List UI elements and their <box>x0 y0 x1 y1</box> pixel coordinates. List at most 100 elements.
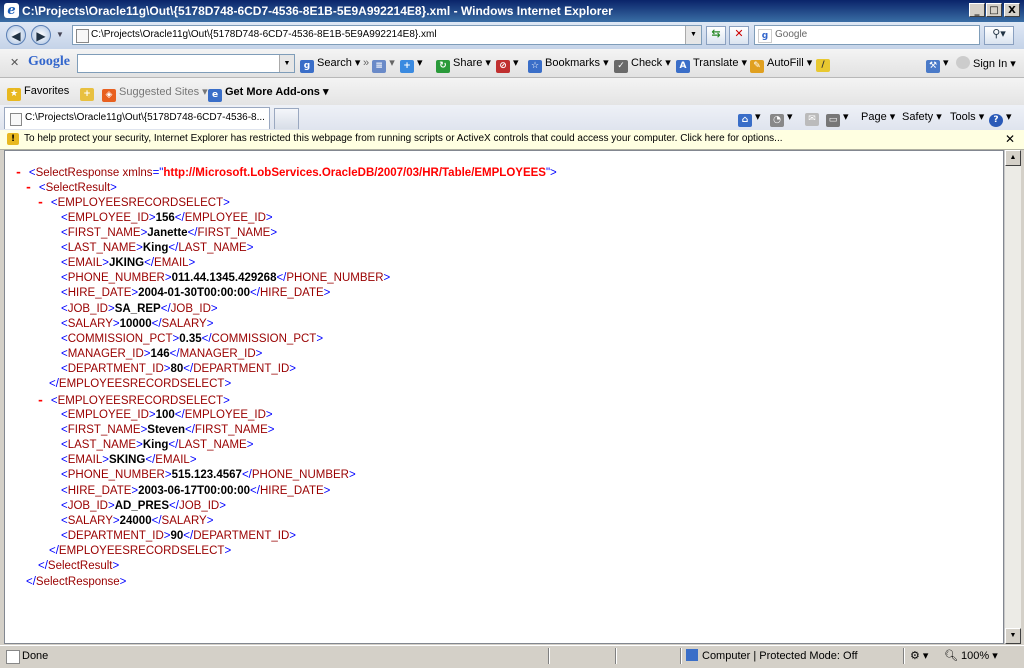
information-bar-message: To help protect your security, Internet … <box>24 133 783 144</box>
tab-current-document[interactable]: C:\Projects\Oracle11g\Out\{5178D748-6CD7… <box>4 107 270 129</box>
scroll-down-button[interactable]: ▼ <box>1005 628 1021 644</box>
toolbar-search-button[interactable]: g Search ▾ <box>300 56 360 73</box>
xml-field-line: <JOB_ID>SA_REP</JOB_ID> <box>61 303 218 315</box>
close-info-bar-icon[interactable]: ✕ <box>1005 132 1015 146</box>
toolbar-share-button[interactable]: ↻ Share ▾ <box>436 56 491 73</box>
field-value: 10000 <box>119 318 152 330</box>
tab-bar: C:\Projects\Oracle11g\Out\{5178D748-6CD7… <box>0 105 1024 131</box>
sign-in-button[interactable]: Sign In ▾ <box>956 56 1016 70</box>
vertical-scrollbar[interactable]: ▲ ▼ <box>1004 150 1021 644</box>
record-tag-name: EMPLOYEESRECORDSELECT <box>58 545 225 557</box>
favorites-button[interactable]: ★ Favorites <box>7 85 69 101</box>
google-toolbar-search-input[interactable]: ▼ <box>77 54 295 73</box>
xml-field-line: <FIRST_NAME>Janette</FIRST_NAME> <box>61 227 278 239</box>
wrench-icon: ⚒ <box>926 60 940 73</box>
field-tag-name: JOB_ID <box>67 303 108 315</box>
address-input[interactable]: C:\Projects\Oracle11g\Out\{5178D748-6CD7… <box>72 25 702 45</box>
address-dropdown-icon[interactable]: ▼ <box>685 26 701 44</box>
help-button[interactable]: ? ▾ <box>989 110 1012 127</box>
field-tag-name: HIRE_DATE <box>67 287 132 299</box>
xml-field-line: <JOB_ID>AD_PRES</JOB_ID> <box>61 500 226 512</box>
status-page-icon <box>6 650 20 664</box>
close-toolbar-icon[interactable]: ✕ <box>10 56 19 69</box>
home-button[interactable]: ⌂ ▾ <box>738 110 761 127</box>
google-logo: Google <box>28 54 70 70</box>
xml-field-line: <EMPLOYEE_ID>156</EMPLOYEE_ID> <box>61 212 273 224</box>
add-favorites-button[interactable]: + <box>80 85 97 101</box>
mail-button[interactable]: ✉ <box>805 110 822 126</box>
rss-icon: ◔ <box>770 114 784 127</box>
field-tag-name: MANAGER_ID <box>179 348 256 360</box>
collapse-toggle[interactable]: - <box>37 393 51 407</box>
status-bar: Done Computer | Protected Mode: Off ⚙ ▾ … <box>0 645 1024 668</box>
toolbar-blocker-button[interactable]: ⊘ ▾ <box>496 56 519 73</box>
search-input[interactable]: g Google <box>754 25 980 45</box>
xml-field-line: <HIRE_DATE>2003-06-17T00:00:00</HIRE_DAT… <box>61 485 331 497</box>
toolbar-check-button[interactable]: ✓ Check ▾ <box>614 56 671 73</box>
forward-button[interactable]: ▶ <box>31 25 51 45</box>
print-button[interactable]: ▭ ▾ <box>826 110 849 127</box>
user-icon <box>956 56 970 69</box>
field-value: King <box>142 242 169 254</box>
xml-field-line: <SALARY>10000</SALARY> <box>61 318 214 330</box>
get-addons-link[interactable]: e Get More Add-ons ▾ <box>208 85 329 102</box>
stop-button[interactable]: ✕ <box>729 26 749 45</box>
printer-icon: ▭ <box>826 114 840 127</box>
toolbar-translate-button[interactable]: A Translate ▾ <box>676 56 747 73</box>
xml-field-line: <PHONE_NUMBER>515.123.4567</PHONE_NUMBER… <box>61 469 356 481</box>
window-title: C:\Projects\Oracle11g\Out\{5178D748-6CD7… <box>22 4 613 18</box>
collapse-toggle[interactable]: - <box>25 180 39 194</box>
minimize-button[interactable]: _ <box>969 3 985 17</box>
record-tag-name: EMPLOYEESRECORDSELECT <box>57 395 224 407</box>
information-bar[interactable]: ! To help protect your security, Interne… <box>0 130 1024 150</box>
recent-pages-chevron-icon[interactable]: ▼ <box>56 30 64 39</box>
suggested-sites-link[interactable]: ◈ Suggested Sites ▾ <box>102 85 208 102</box>
refresh-button[interactable]: ⇆ <box>706 26 726 45</box>
page-menu[interactable]: Page ▾ <box>861 110 895 123</box>
toolbar-wrench-button[interactable]: ⚒ ▾ <box>926 56 949 73</box>
field-tag-name: HIRE_DATE <box>259 485 324 497</box>
field-value: 011.44.1345.429268 <box>171 272 277 284</box>
field-tag-name: EMPLOYEE_ID <box>184 409 266 421</box>
security-zone-text[interactable]: Computer | Protected Mode: Off <box>702 650 858 662</box>
field-value: 146 <box>150 348 170 360</box>
toolbar-highlighter-button[interactable]: / <box>816 56 833 72</box>
field-tag-name: LAST_NAME <box>178 242 247 254</box>
toolbar-bookmarks-button[interactable]: ☆ Bookmarks ▾ <box>528 56 609 73</box>
field-value: 156 <box>155 212 175 224</box>
collapse-toggle[interactable]: - <box>15 165 29 179</box>
field-tag-name: SALARY <box>161 318 207 330</box>
tools-menu[interactable]: Tools ▾ <box>950 110 984 123</box>
zoom-control[interactable]: 🔍︎ 100% ▾ <box>944 649 998 662</box>
field-tag-name: DEPARTMENT_ID <box>67 530 164 542</box>
toolbar-autofill-button[interactable]: ✎ AutoFill ▾ <box>750 56 812 73</box>
share-icon: ↻ <box>436 60 450 73</box>
xml-root-open: - <SelectResponse xmlns="http://Microsof… <box>15 165 557 179</box>
new-tab-button[interactable] <box>274 108 299 129</box>
field-value: SA_REP <box>114 303 161 315</box>
field-tag-name: SALARY <box>67 515 113 527</box>
maximize-button[interactable]: □ <box>986 3 1002 17</box>
collapse-toggle[interactable]: - <box>37 195 51 209</box>
back-button[interactable]: ◀ <box>6 25 26 45</box>
toolbar-plus-button[interactable]: + ▾ <box>400 56 423 73</box>
scroll-up-button[interactable]: ▲ <box>1005 150 1021 166</box>
safety-menu[interactable]: Safety ▾ <box>902 110 942 123</box>
field-tag-name: SALARY <box>161 515 207 527</box>
star-icon: ☆ <box>528 60 542 73</box>
protected-mode-icon[interactable]: ⚙ ▾ <box>910 649 928 662</box>
xml-field-line: <LAST_NAME>King</LAST_NAME> <box>61 439 254 451</box>
toolbar-more-chevron[interactable]: » ≡ ▾ <box>363 56 395 73</box>
page-icon <box>76 29 89 43</box>
zoom-level: 100% <box>961 650 990 662</box>
favorites-star-icon: ★ <box>7 88 21 101</box>
feeds-button[interactable]: ◔ ▾ <box>770 110 793 127</box>
toolbar-search-dropdown-icon[interactable]: ▼ <box>279 55 294 72</box>
xml-record-open: - <EMPLOYEESRECORDSELECT> <box>37 393 230 407</box>
field-tag-name: COMMISSION_PCT <box>67 333 173 345</box>
field-value: Janette <box>147 227 188 239</box>
search-button[interactable]: ⚲▾ <box>984 26 1014 45</box>
field-tag-name: FIRST_NAME <box>194 424 268 436</box>
tab-page-icon <box>10 113 22 126</box>
close-window-button[interactable]: X <box>1004 3 1020 17</box>
